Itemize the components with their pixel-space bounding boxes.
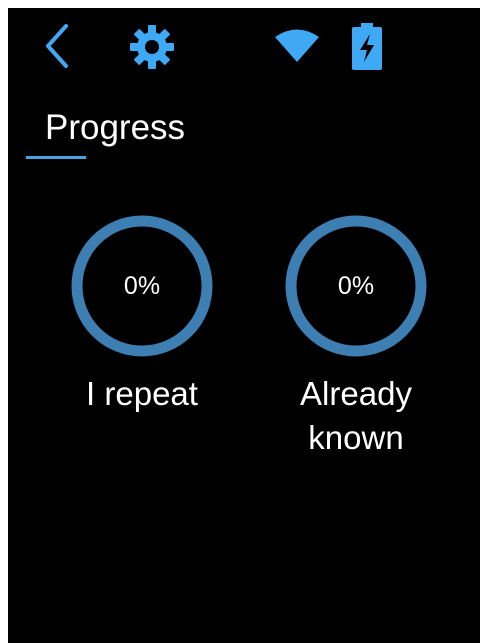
stat-already-known: 0% Already known: [276, 206, 436, 460]
wifi-icon: [275, 29, 319, 62]
stat-label: Already known: [300, 375, 412, 456]
progress-ring: 0%: [276, 206, 436, 366]
app-screen: Progress 0% I repeat 0% Already known: [8, 8, 480, 643]
tab-active-indicator: [26, 156, 86, 159]
gear-icon[interactable]: [129, 24, 175, 70]
chevron-left-icon[interactable]: [42, 22, 72, 70]
stat-label: I repeat: [86, 375, 198, 412]
stat-i-repeat: 0% I repeat: [62, 206, 222, 416]
battery-charging-icon: [352, 23, 382, 70]
top-bar: [8, 8, 480, 78]
progress-ring: 0%: [62, 206, 222, 366]
progress-value: 0%: [123, 272, 161, 300]
tab-progress[interactable]: Progress: [45, 108, 185, 148]
progress-value: 0%: [337, 272, 375, 300]
